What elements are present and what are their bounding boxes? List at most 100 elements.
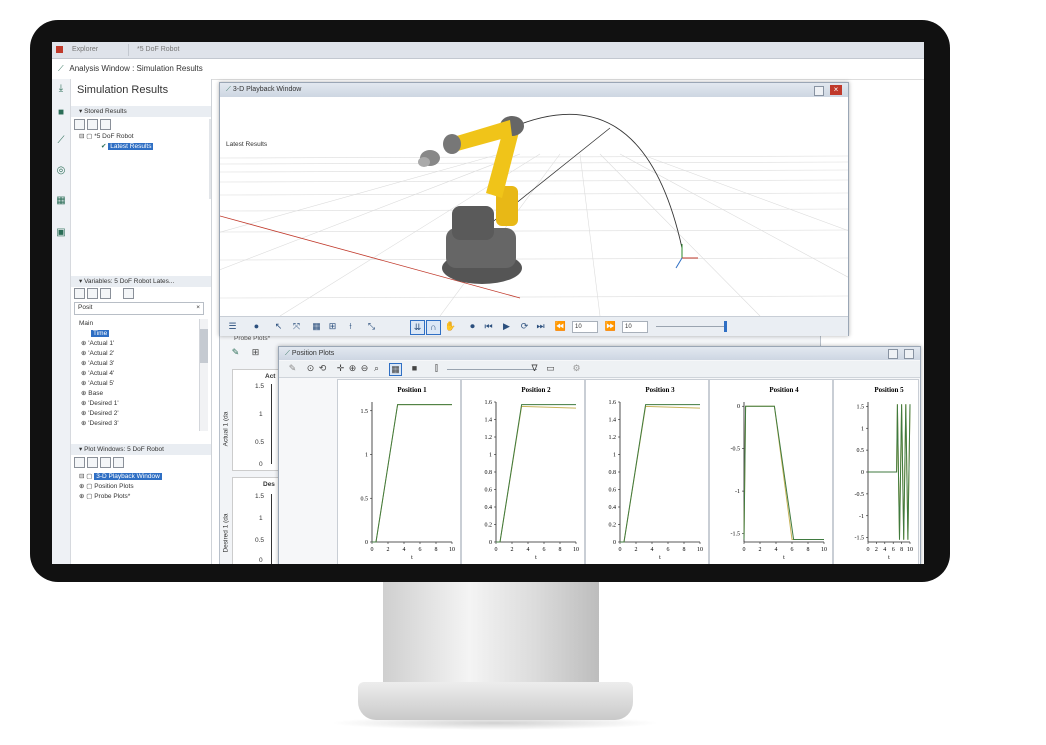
3d-scene-viewport[interactable]: Latest Results	[220, 98, 848, 316]
axis-triad-icon[interactable]: ⤡	[365, 320, 378, 333]
y-tick-label: 0.2	[609, 523, 617, 529]
toolbar-icon[interactable]	[123, 288, 134, 299]
plot-windows-header[interactable]: ▾ Plot Windows: 5 DoF Robot	[71, 444, 211, 455]
tree-item-time[interactable]: Time	[91, 329, 110, 339]
toolbar-icon[interactable]	[100, 288, 111, 299]
3d-scene	[220, 113, 848, 316]
menu-icon[interactable]: ☰	[226, 320, 239, 333]
stored-results-header[interactable]: ▾ Stored Results	[71, 106, 211, 117]
lock-icon[interactable]: ■	[55, 107, 67, 119]
camera-icon[interactable]: ▣	[55, 227, 67, 239]
zoom-out-icon[interactable]: ⊖	[359, 363, 370, 374]
tab-explorer[interactable]: Explorer	[64, 44, 106, 56]
x-axis-label: t	[411, 555, 413, 561]
frame-input[interactable]: 10	[572, 321, 598, 333]
series-line	[620, 405, 701, 543]
range-slider-track[interactable]	[447, 369, 537, 370]
variable-item[interactable]: ⊕ 'Actual 5'	[81, 379, 114, 389]
time-slider-track[interactable]	[656, 326, 726, 327]
toolbar-icon[interactable]	[87, 119, 98, 130]
series-line	[496, 405, 577, 543]
y-tick-label: 1.2	[609, 435, 617, 441]
play-icon[interactable]: ▶	[500, 320, 513, 333]
plot-window-item[interactable]: ⊕ ▢ Position Plots	[79, 482, 134, 492]
tree-item-robot[interactable]: ⊟ ▢ *5 DoF Robot	[79, 132, 134, 142]
variable-item[interactable]: ⊕ 'Desired 2'	[81, 409, 119, 419]
fit-view-icon[interactable]: ⤧	[290, 320, 303, 333]
frame-icon[interactable]: ⊞	[326, 320, 339, 333]
grid-icon[interactable]: ▦	[55, 195, 67, 207]
toolbar-icon[interactable]	[87, 457, 98, 468]
toolbar-icon[interactable]	[87, 288, 98, 299]
toolbar-icon[interactable]	[74, 119, 85, 130]
restore-button[interactable]	[888, 349, 898, 359]
toolbar-icon[interactable]	[100, 457, 111, 468]
scrollbar-thumb[interactable]	[200, 329, 208, 363]
download-icon[interactable]: ⤓	[55, 83, 67, 95]
fast-forward-icon[interactable]: ⏩	[604, 320, 617, 333]
monitor-stand-base	[358, 682, 633, 720]
zoom-in-icon[interactable]: ⊕	[347, 363, 358, 374]
trace-icon[interactable]: ⇊	[410, 320, 425, 335]
hand-icon[interactable]: ✋	[444, 320, 457, 333]
time-slider-thumb[interactable]	[724, 321, 727, 332]
target-icon[interactable]: ◎	[55, 165, 67, 177]
tick-label: 0	[259, 461, 263, 468]
axes-icon[interactable]: ⟊	[344, 320, 357, 333]
cursor-icon[interactable]: ↖	[272, 320, 285, 333]
cursor-line-icon[interactable]: ⫿	[431, 363, 442, 374]
lasso-icon[interactable]: ⟲	[317, 363, 328, 374]
arc-icon[interactable]: ∩	[426, 320, 441, 335]
fill-icon[interactable]: ■	[409, 363, 420, 374]
restore-button[interactable]	[814, 86, 824, 96]
variable-item[interactable]: ⊕ 'Desired 1'	[81, 399, 119, 409]
plot-window-item[interactable]: ⊟ ▢ 3-D Playback Window	[79, 472, 162, 482]
variable-item[interactable]: ⊕ 'Actual 4'	[81, 369, 114, 379]
plot-title: Position 1	[397, 386, 427, 394]
tick-label: 0	[259, 557, 263, 564]
line-chart-icon[interactable]: ⟋	[55, 135, 67, 147]
skip-end-icon[interactable]: ⏭	[534, 320, 547, 333]
pencil-icon[interactable]: ✎	[230, 347, 241, 358]
tick-label: 0.5	[255, 537, 265, 544]
variable-item[interactable]: ⊕ Base	[81, 389, 103, 399]
toolbar-icon[interactable]	[74, 288, 85, 299]
scrollbar[interactable]	[209, 119, 211, 199]
variables-scrollbar[interactable]	[199, 319, 208, 431]
range-slider-thumb[interactable]: ∇	[529, 363, 540, 374]
camera-icon[interactable]: ●	[250, 320, 263, 333]
tree-item-latest-results[interactable]: ✔ Latest Results	[101, 142, 154, 152]
grid-toggle-icon[interactable]: ▦	[310, 320, 323, 333]
pan-icon[interactable]: ✛	[335, 363, 346, 374]
skip-start-icon[interactable]: ⏮	[482, 320, 495, 333]
pencil-icon[interactable]: ✎	[287, 363, 298, 374]
rewind-icon[interactable]: ⏪	[554, 320, 567, 333]
variable-item[interactable]: ⊕ 'Actual 1'	[81, 339, 114, 349]
y-tick-label: 0	[861, 470, 864, 476]
export-icon[interactable]: ▭	[545, 363, 556, 374]
y-tick-label: -1	[859, 514, 864, 520]
end-time-input[interactable]: 10	[622, 321, 648, 333]
toolbar-icon[interactable]	[74, 457, 85, 468]
grid-icon[interactable]: ▦	[389, 363, 402, 376]
series-line	[868, 404, 911, 540]
maximize-button[interactable]	[904, 349, 914, 359]
zoom-fit-icon[interactable]: ⌕	[371, 363, 382, 374]
variables-search-input[interactable]: Posit ×	[74, 302, 204, 315]
loop-icon[interactable]: ⟳	[518, 320, 531, 333]
plot-window-item[interactable]: ⊕ ▢ Probe Plots*	[79, 492, 130, 502]
toolbar-icon[interactable]	[113, 457, 124, 468]
toolbar-icon[interactable]	[100, 119, 111, 130]
variable-item[interactable]: ⊕ 'Actual 2'	[81, 349, 114, 359]
tab-5dof-robot[interactable]: *5 DoF Robot	[128, 44, 187, 56]
pointer-icon[interactable]: ⊙	[305, 363, 316, 374]
variable-item[interactable]: ⊕ 'Actual 3'	[81, 359, 114, 369]
tree-item-main[interactable]: Main	[79, 319, 93, 329]
variable-item[interactable]: ⊕ 'Desired 3'	[81, 419, 119, 429]
clear-search-icon[interactable]: ×	[196, 303, 200, 313]
select-icon[interactable]: ⊞	[250, 347, 261, 358]
variables-header[interactable]: ▾ Variables: 5 DoF Robot Lates...	[71, 276, 211, 287]
settings-icon[interactable]: ⚙	[571, 363, 582, 374]
record-icon[interactable]: ⏺	[466, 320, 479, 333]
close-button[interactable]: ×	[830, 85, 842, 95]
